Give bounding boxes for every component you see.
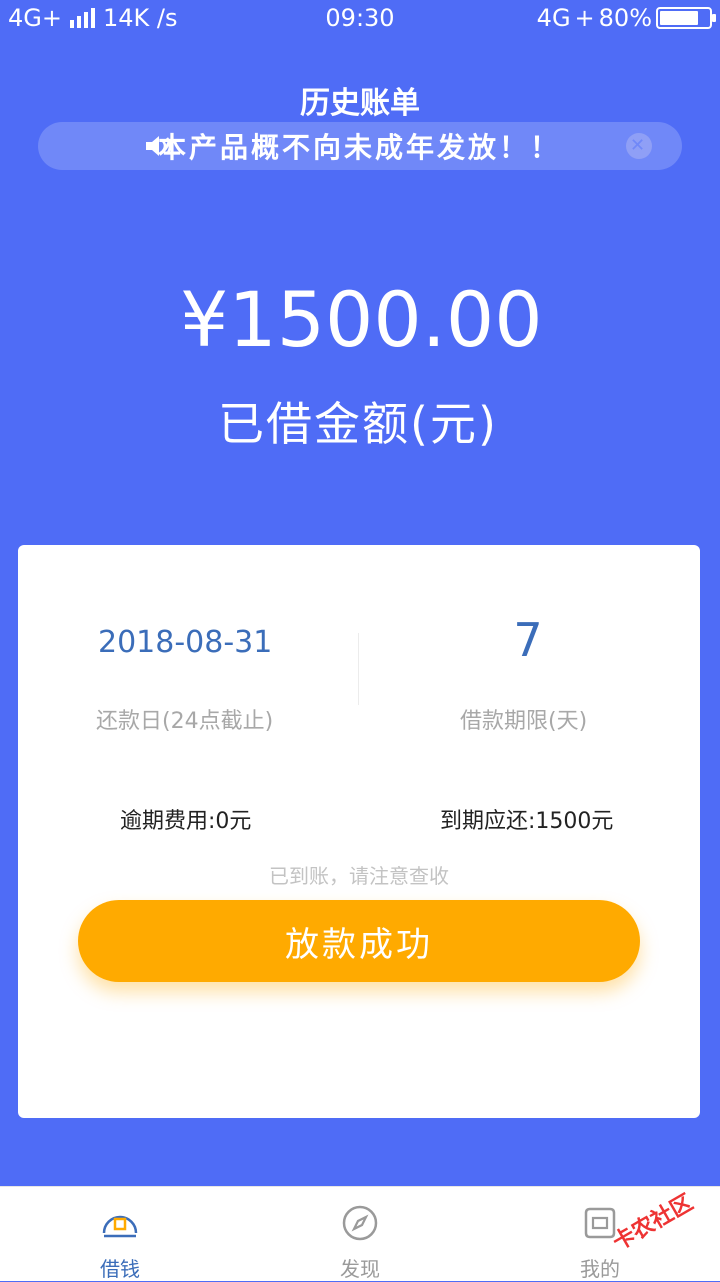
speaker-icon [146,136,172,156]
divider [358,633,359,705]
network-type-right: 4G [536,4,571,32]
borrow-icon [102,1215,138,1238]
close-icon[interactable]: ✕ [626,133,652,159]
due-date-value: 2018-08-31 [98,625,273,660]
overdue-fee: 逾期费用:0元 [120,809,252,834]
status-right: 4G + 80% [536,4,716,32]
loan-amount-label: 已借金额(元) [218,397,498,451]
loan-amount: ¥1500.00 [180,275,543,364]
loan-term-label: 借款期限(天) [460,709,588,734]
status-bar: 4G+ 14K /s 09:30 4G + 80% [0,0,720,36]
notice-banner: 本产品概不向未成年发放！！ ✕ [38,122,682,170]
arrival-hint: 已到账，请注意查收 [269,864,449,888]
due-amount: 到期应还:1500元 [440,809,614,834]
battery-percent: 80% [598,4,652,32]
page-title: 历史账单 [300,86,420,121]
bill-card: 2018-08-31 还款日(24点截止) 7 借款期限(天) 逾期费用:0元 … [18,545,700,1118]
tab-borrow[interactable]: 借钱 [60,1187,180,1281]
notice-text: 本产品概不向未成年发放！！ [158,131,562,164]
tab-discover[interactable]: 发现 [300,1187,420,1281]
compass-icon [342,1205,378,1241]
plus-icon: + [574,4,595,32]
loan-term-value: 7 [513,613,543,667]
tab-borrow-label: 借钱 [100,1257,140,1281]
loan-status-button[interactable]: 放款成功 [78,900,640,982]
battery-icon [656,7,716,29]
due-date-label: 还款日(24点截止) [96,709,274,734]
tab-discover-label: 发现 [340,1257,380,1281]
